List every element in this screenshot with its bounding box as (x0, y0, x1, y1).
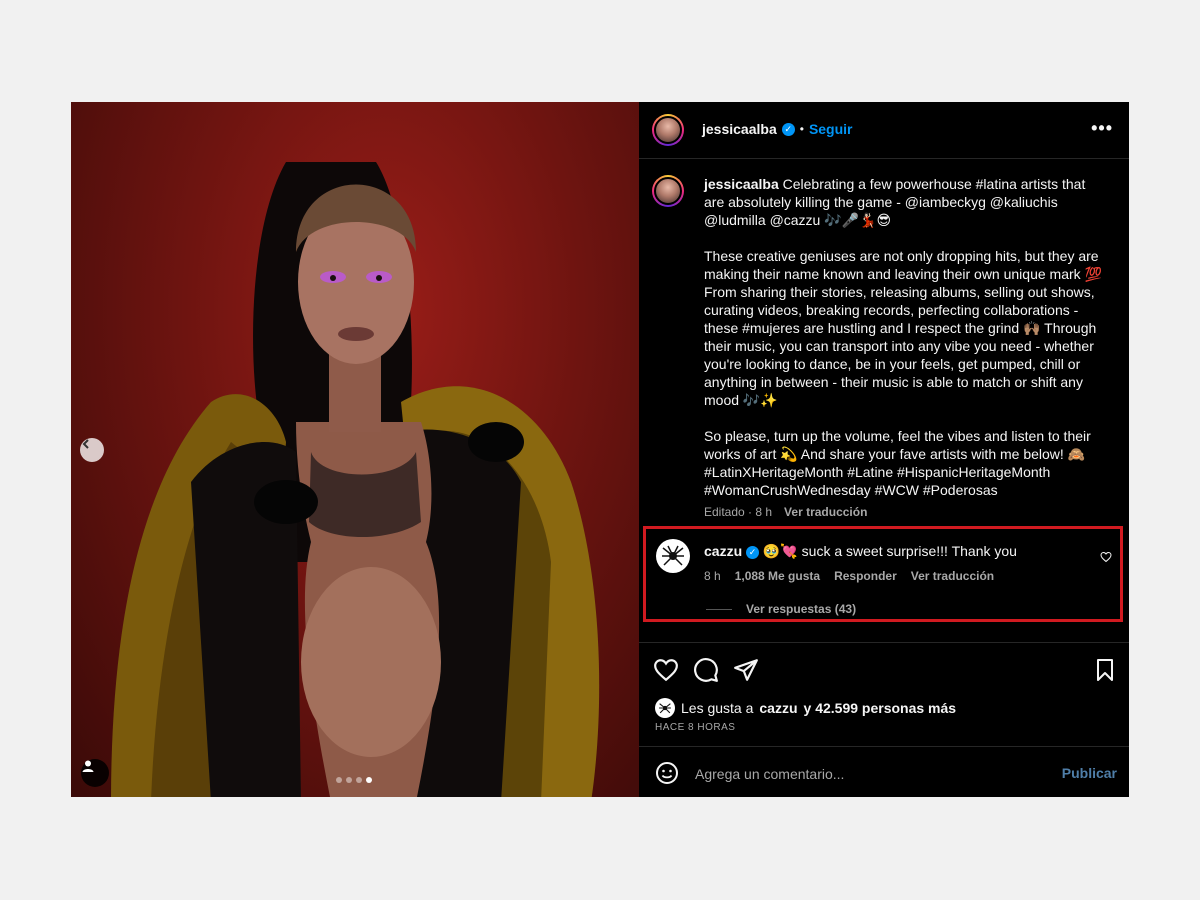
comment-reply-button[interactable]: Responder (834, 569, 897, 583)
user-tag-icon (82, 760, 94, 772)
carousel-dot (346, 777, 352, 783)
likes-summary: Les gusta a cazzu y 42.599 personas más (655, 698, 956, 718)
caption-text: Celebrating a few powerhouse #latina art… (704, 176, 1102, 498)
comment-time: 8 h (704, 569, 721, 583)
replies-divider (706, 608, 732, 610)
comment-translate-link[interactable]: Ver traducción (911, 569, 994, 583)
comment-meta: 8 h 1,088 Me gusta Responder Ver traducc… (704, 569, 994, 583)
caption-body: jessicaalba Celebrating a few powerhouse… (704, 175, 1109, 499)
post-details-panel: jessicaalba ✓ • Seguir ••• jessicaalba C… (639, 102, 1129, 797)
header-user-row: jessicaalba ✓ • Seguir (702, 121, 853, 137)
spider-icon (659, 703, 671, 714)
post-photo[interactable] (71, 102, 639, 797)
publish-button[interactable]: Publicar (1062, 765, 1117, 781)
caption-author-avatar[interactable] (652, 175, 684, 207)
action-bar (653, 657, 759, 683)
post-time[interactable]: HACE 8 HORAS (655, 722, 735, 733)
comment-likes[interactable]: 1,088 Me gusta (735, 569, 820, 583)
author-avatar[interactable] (652, 114, 684, 146)
portrait-illustration (111, 162, 600, 797)
highlighted-comment: cazzu ✓ 🥹💘 suck a sweet surprise!!! Than… (643, 526, 1123, 622)
carousel-prev-button[interactable] (80, 438, 104, 462)
chevron-left-icon (82, 439, 89, 449)
comment-input[interactable] (693, 760, 997, 788)
verified-badge-icon: ✓ (746, 546, 760, 559)
carousel-indicator (336, 777, 372, 783)
caption-username[interactable]: jessicaalba (704, 176, 779, 192)
caption-translate-link[interactable]: Ver traducción (784, 505, 867, 519)
composer-divider (639, 746, 1129, 747)
carousel-dot-active (366, 777, 372, 783)
comment-content: cazzu ✓ 🥹💘 suck a sweet surprise!!! Than… (704, 543, 1017, 560)
carousel-dot (336, 777, 342, 783)
view-replies-button[interactable]: Ver respuestas (43) (706, 602, 856, 616)
caption-meta: Editado · 8 h Ver traducción (704, 505, 867, 519)
spider-icon (662, 545, 684, 566)
verified-badge-icon: ✓ (781, 122, 795, 136)
likes-user[interactable]: cazzu (759, 700, 797, 716)
send-icon[interactable] (733, 657, 759, 683)
header-separator: • (799, 122, 804, 136)
commenter-username[interactable]: cazzu (704, 543, 742, 559)
actions-divider (639, 642, 1129, 643)
author-username[interactable]: jessicaalba (702, 121, 777, 137)
heart-outline-icon[interactable] (1100, 551, 1112, 563)
comment-text: 🥹💘 suck a sweet surprise!!! Thank you (762, 543, 1017, 559)
bookmark-icon[interactable] (1093, 657, 1117, 683)
commenter-avatar[interactable] (656, 539, 690, 573)
view-replies-label: Ver respuestas (43) (746, 602, 857, 616)
user-tag-button[interactable] (81, 759, 109, 787)
post-header: jessicaalba ✓ • Seguir ••• (639, 102, 1129, 159)
comment-icon[interactable] (693, 657, 719, 683)
caption-edited-time: Editado · 8 h (704, 505, 773, 519)
emoji-icon[interactable] (655, 761, 679, 785)
liker-avatar[interactable] (655, 698, 675, 718)
heart-icon[interactable] (653, 657, 679, 683)
more-icon[interactable]: ••• (1091, 118, 1113, 139)
instagram-post: jessicaalba ✓ • Seguir ••• jessicaalba C… (71, 102, 1129, 797)
follow-button[interactable]: Seguir (809, 121, 853, 137)
carousel-dot (356, 777, 362, 783)
likes-prefix: Les gusta a (681, 700, 754, 716)
likes-count[interactable]: y 42.599 personas más (804, 700, 957, 716)
